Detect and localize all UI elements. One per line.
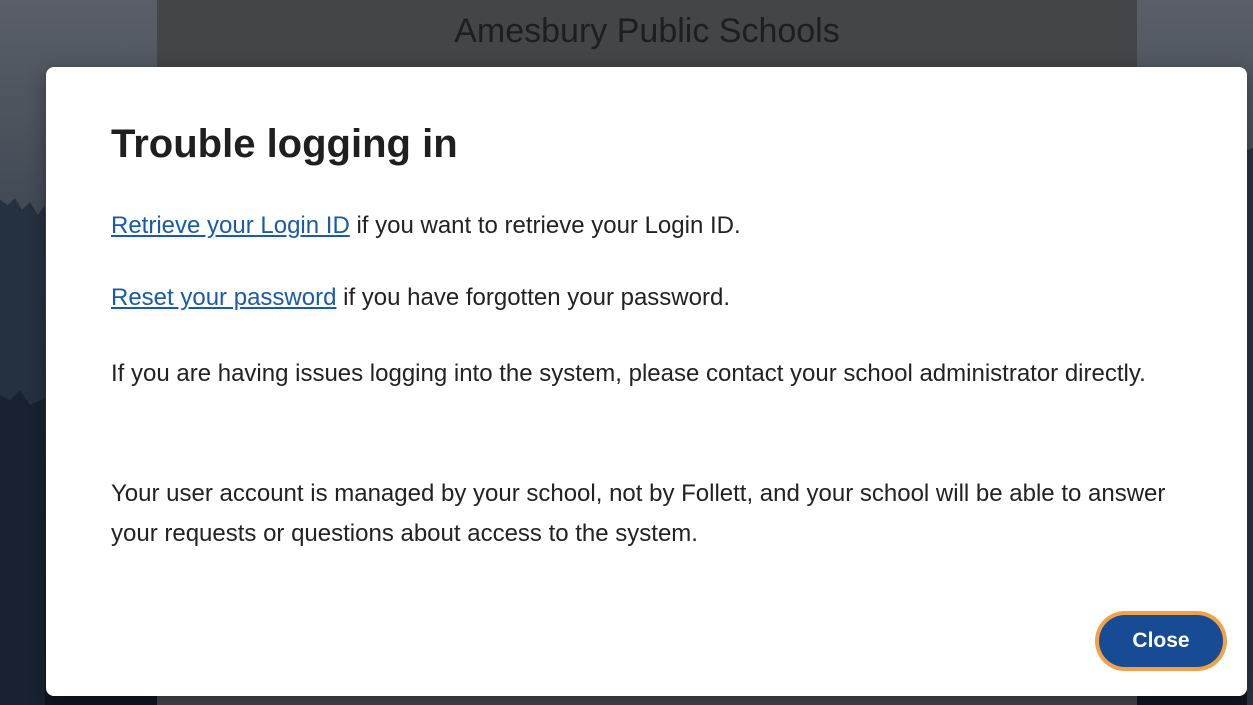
retrieve-login-id-link[interactable]: Retrieve your Login ID (111, 212, 350, 239)
reset-password-text: if you have forgotten your password. (336, 284, 730, 311)
account-managed-paragraph: Your user account is managed by your sch… (111, 480, 1166, 547)
trouble-logging-in-dialog: Trouble logging in Retrieve your Login I… (46, 67, 1247, 696)
district-name-header: Amesbury Public Schools (454, 12, 840, 50)
login-issues-paragraph: If you are having issues logging into th… (111, 360, 1146, 387)
reset-password-paragraph: Reset your password if you have forgotte… (111, 278, 1191, 318)
reset-password-link[interactable]: Reset your password (111, 284, 336, 311)
retrieve-login-id-text: if you want to retrieve your Login ID. (349, 212, 741, 239)
close-button[interactable]: Close (1099, 615, 1223, 667)
retrieve-login-id-paragraph: Retrieve your Login ID if you want to re… (111, 206, 1191, 246)
dialog-title: Trouble logging in (111, 122, 458, 166)
